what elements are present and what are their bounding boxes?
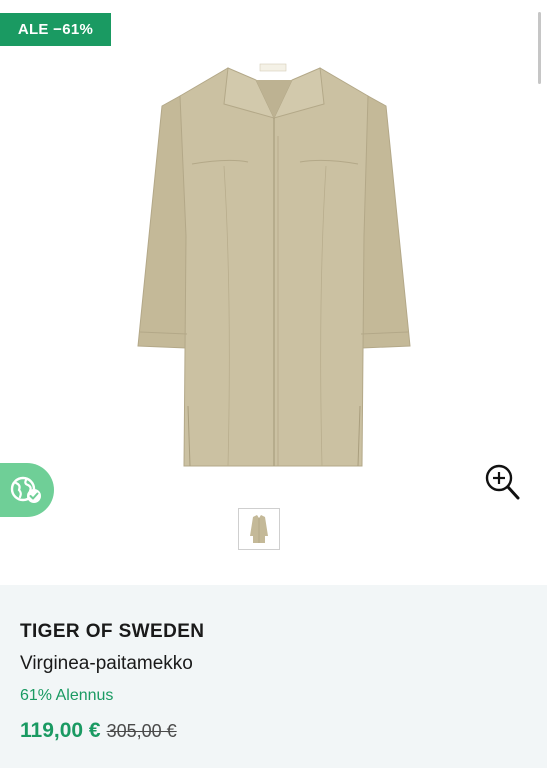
product-media: ALE −61%: [0, 0, 547, 585]
product-page: ALE −61% TIGER OF SWEDEN Virginea-paitam…: [0, 0, 547, 768]
product-brand[interactable]: TIGER OF SWEDEN: [20, 621, 204, 643]
product-image[interactable]: [128, 46, 420, 476]
gallery-thumbnail[interactable]: [238, 508, 280, 550]
sustainability-badge[interactable]: [0, 463, 54, 517]
zoom-button[interactable]: [484, 462, 522, 502]
product-name: Virginea-paitamekko: [20, 653, 193, 674]
scrollbar[interactable]: [538, 12, 541, 84]
shirt-dress-illustration: [137, 63, 411, 467]
discount-text: 61% Alennus: [20, 687, 114, 704]
thumbnail-image: [250, 515, 268, 543]
zoom-in-icon: [485, 464, 520, 500]
price-row: 119,00 €305,00 €: [20, 719, 177, 743]
current-price: 119,00 €: [20, 719, 101, 742]
globe-check-icon: [10, 476, 41, 503]
original-price: 305,00 €: [106, 721, 177, 741]
sale-badge: ALE −61%: [0, 13, 111, 46]
